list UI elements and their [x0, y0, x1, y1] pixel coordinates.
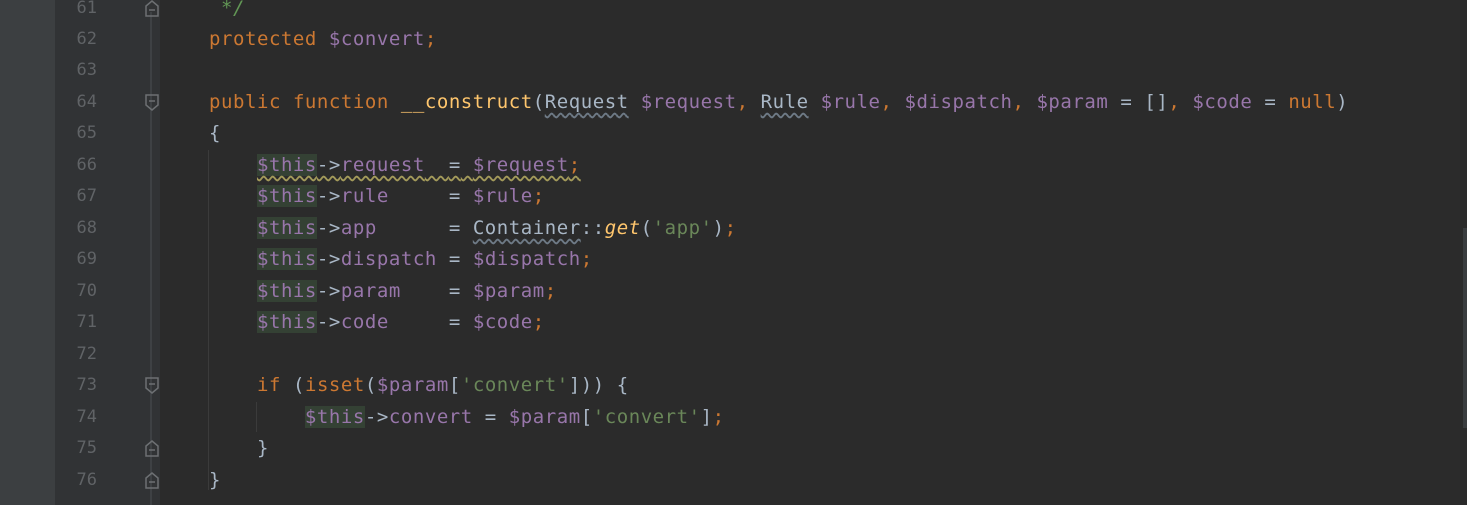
line-number: 63	[76, 60, 97, 80]
code-line: 63	[55, 56, 1467, 87]
code-text[interactable]: $this->convert = $param['convert'];	[209, 406, 725, 428]
code-line: 61 */	[55, 0, 1467, 25]
line-number: 72	[76, 344, 97, 364]
code-editor: 61 */ 62 protected $convert; 63 64 publi…	[0, 0, 1467, 505]
code-line: 72	[55, 340, 1467, 371]
line-number: 67	[76, 186, 97, 206]
code-text[interactable]: $this->rule = $rule;	[209, 185, 545, 207]
code-line: 62 protected $convert;	[55, 25, 1467, 56]
line-number: 70	[76, 281, 97, 301]
line-number: 73	[76, 375, 97, 395]
code-text[interactable]: public function __construct(Request $req…	[209, 91, 1348, 113]
line-number: 69	[76, 249, 97, 269]
fold-start-icon[interactable]	[145, 377, 159, 394]
line-number: 64	[76, 92, 97, 112]
code-line: 68 $this->app = Container::get('app');	[55, 214, 1467, 245]
code-text[interactable]: $this->dispatch = $dispatch;	[209, 248, 593, 270]
fold-end-icon[interactable]	[145, 0, 159, 17]
code-line: 76 }	[55, 466, 1467, 497]
code-text[interactable]: }	[209, 437, 269, 459]
code-line: 65 {	[55, 119, 1467, 150]
code-line: 66 $this->request = $request;	[55, 151, 1467, 182]
line-number: 74	[76, 407, 97, 427]
line-number: 71	[76, 312, 97, 332]
line-number: 75	[76, 438, 97, 458]
code-text[interactable]: protected $convert;	[209, 28, 437, 50]
code-text[interactable]: if (isset($param['convert'])) {	[209, 374, 629, 396]
code-line: 75 }	[55, 434, 1467, 465]
code-text[interactable]: }	[209, 469, 221, 491]
code-line: 73 if (isset($param['convert'])) {	[55, 371, 1467, 402]
code-line: 74 $this->convert = $param['convert'];	[55, 403, 1467, 434]
code-line: 64 public function __construct(Request $…	[55, 88, 1467, 119]
code-line: 71 $this->code = $code;	[55, 308, 1467, 339]
line-number: 62	[76, 29, 97, 49]
code-text[interactable]: {	[209, 122, 221, 144]
fold-end-icon[interactable]	[145, 472, 159, 489]
line-number: 61	[76, 0, 97, 18]
line-number: 68	[76, 218, 97, 238]
code-line: 67 $this->rule = $rule;	[55, 182, 1467, 213]
line-number: 65	[76, 123, 97, 143]
fold-end-icon[interactable]	[145, 440, 159, 457]
tool-window-strip	[0, 0, 55, 505]
code-text[interactable]: $this->app = Container::get('app');	[209, 217, 737, 239]
line-number: 76	[76, 470, 97, 490]
fold-start-icon[interactable]	[145, 94, 159, 111]
code-text[interactable]: */	[209, 0, 245, 19]
code-line: 70 $this->param = $param;	[55, 277, 1467, 308]
code-text[interactable]: $this->param = $param;	[209, 280, 557, 302]
code-text[interactable]: $this->request = $request;	[209, 154, 581, 176]
code-text[interactable]: $this->code = $code;	[209, 311, 545, 333]
code-line: 69 $this->dispatch = $dispatch;	[55, 245, 1467, 276]
line-number: 66	[76, 155, 97, 175]
